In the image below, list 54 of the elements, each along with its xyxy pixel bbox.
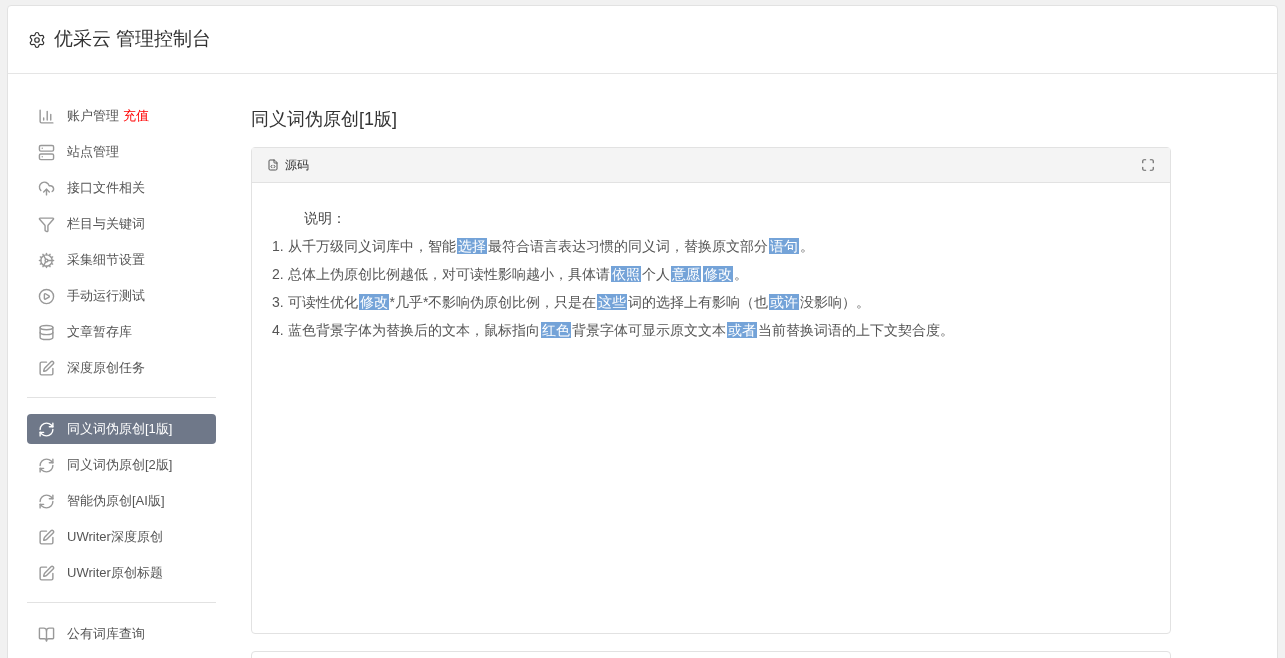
sidebar-item[interactable]: 手动运行测试 bbox=[27, 278, 216, 314]
code-file-icon bbox=[267, 159, 279, 171]
page-title: 同义词伪原创[1版] bbox=[251, 108, 398, 131]
database-icon bbox=[38, 323, 55, 341]
sidebar-item[interactable]: 栏目与关键词 bbox=[27, 206, 216, 242]
description-heading: 说明： bbox=[304, 209, 347, 228]
sidebar-item[interactable]: 采集细节设置 bbox=[27, 242, 216, 278]
sidebar-label: 文章暂存库 bbox=[67, 323, 132, 342]
sidebar-item[interactable]: 智能伪原创[AI版] bbox=[27, 483, 216, 519]
sidebar-label: 公有词库查询 bbox=[67, 625, 145, 644]
sidebar-label: UWriter深度原创 bbox=[67, 528, 163, 547]
book-icon bbox=[38, 625, 55, 643]
sidebar-item[interactable]: 接口文件相关 bbox=[27, 170, 216, 206]
sidebar-item[interactable]: 同义词伪原创[2版] bbox=[27, 447, 216, 483]
sidebar-label: 栏目与关键词 bbox=[67, 215, 145, 234]
chart-icon bbox=[38, 107, 55, 125]
sidebar-item[interactable]: 公有词库查询 bbox=[27, 616, 216, 652]
console-title: 优采云 管理控制台 bbox=[54, 27, 212, 52]
sidebar-label: 采集细节设置 bbox=[67, 251, 145, 270]
sidebar-label: 同义词伪原创[2版] bbox=[67, 456, 173, 475]
source-tab[interactable]: 源码 bbox=[285, 156, 309, 174]
fullscreen-icon[interactable] bbox=[1141, 158, 1155, 172]
cloud-upload-icon bbox=[38, 179, 55, 197]
sidebar-label: 智能伪原创[AI版] bbox=[67, 492, 165, 511]
edit-icon bbox=[38, 564, 55, 582]
sidebar-item[interactable]: UWriter原创标题 bbox=[27, 555, 216, 591]
filter-icon bbox=[38, 215, 55, 233]
sidebar-item[interactable]: 站点管理 bbox=[27, 134, 216, 170]
sidebar-item[interactable]: 同义词伪原创[1版] bbox=[27, 414, 216, 444]
description-line: 3. 可读性优化修改*几乎*不影响伪原创比例，只是在这些词的选择上有影响（也或许没影响）。 bbox=[272, 293, 872, 312]
sidebar-label: 账户管理 bbox=[67, 107, 119, 126]
sidebar-item[interactable]: UWriter深度原创 bbox=[27, 519, 216, 555]
edit-icon bbox=[38, 359, 55, 377]
sidebar-label: 深度原创任务 bbox=[67, 359, 145, 378]
play-icon bbox=[38, 287, 55, 305]
sidebar-label: 同义词伪原创[1版] bbox=[67, 420, 173, 439]
sidebar-label: 接口文件相关 bbox=[67, 179, 145, 198]
refresh-icon bbox=[38, 456, 55, 474]
sidebar-label: 手动运行测试 bbox=[67, 287, 145, 306]
sidebar-label: UWriter原创标题 bbox=[67, 564, 163, 583]
edit-icon bbox=[38, 528, 55, 546]
refresh-icon bbox=[38, 420, 55, 438]
description-line: 4. 蓝色背景字体为替换后的文本，鼠标指向 红色背景字体可显示原文文本 或者 当前替换词语的上下文契合度。 bbox=[272, 321, 955, 340]
refresh-icon bbox=[38, 492, 55, 510]
description-line: 1. 从千万级同义词库中，智能选择 最符合语言表达习惯的同义词，替换原文部分 语句。 bbox=[272, 237, 815, 256]
description-line: 2. 总体上伪原创比例越低，对可读性影响越小，具体请依照 个人 意愿 修改。 bbox=[272, 265, 749, 284]
server-icon bbox=[38, 143, 55, 161]
sidebar-item[interactable]: 账户管理 充值 bbox=[27, 98, 216, 134]
sidebar-item[interactable]: 深度原创任务 bbox=[27, 350, 216, 386]
sidebar-label: 站点管理 bbox=[67, 143, 119, 162]
sidebar-item[interactable]: 文章暂存库 bbox=[27, 314, 216, 350]
gear-icon bbox=[38, 251, 55, 269]
recharge-link[interactable]: 充值 bbox=[123, 106, 149, 126]
settings-icon bbox=[28, 30, 46, 49]
